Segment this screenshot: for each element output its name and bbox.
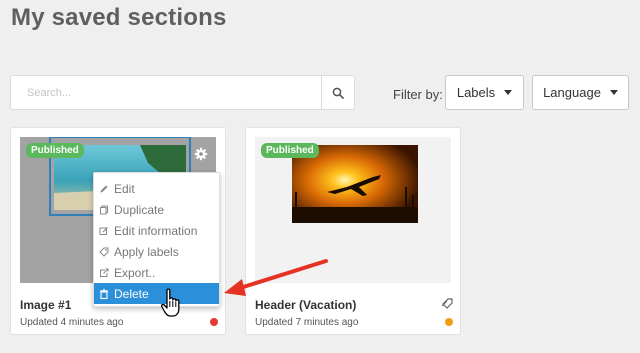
- menu-item-label: Apply labels: [114, 244, 179, 259]
- menu-item-label: Delete: [114, 286, 149, 301]
- card-title: Image #1: [20, 298, 72, 312]
- annotation-arrow-icon: [224, 259, 328, 296]
- search-button[interactable]: [321, 76, 354, 109]
- language-filter-dropdown[interactable]: Language: [532, 75, 629, 110]
- copy-icon: [99, 205, 109, 215]
- search-icon: [332, 87, 344, 99]
- chevron-down-icon: [609, 90, 618, 95]
- menu-item-label: Export..: [114, 265, 156, 280]
- status-badge: Published: [261, 143, 319, 158]
- edit-box-icon: [99, 226, 109, 236]
- chevron-down-icon: [504, 90, 513, 95]
- labels-filter-dropdown[interactable]: Labels: [445, 75, 524, 110]
- context-menu: Edit Duplicate Edit information Apply la…: [93, 172, 220, 307]
- menu-item-label: Edit information: [114, 223, 198, 238]
- menu-item-edit-information[interactable]: Edit information: [94, 220, 219, 241]
- export-icon: [99, 268, 109, 278]
- search-box: [10, 75, 355, 110]
- status-dot: [445, 318, 453, 326]
- status-dot: [210, 318, 218, 326]
- pencil-icon: [99, 184, 109, 194]
- menu-item-apply-labels[interactable]: Apply labels: [94, 241, 219, 262]
- tag-icon: [99, 247, 109, 257]
- menu-item-duplicate[interactable]: Duplicate: [94, 199, 219, 220]
- gear-icon[interactable]: [194, 147, 208, 161]
- card-updated: Updated 4 minutes ago: [20, 317, 124, 328]
- menu-item-delete[interactable]: Delete: [94, 283, 219, 304]
- trash-icon: [99, 288, 109, 299]
- section-card[interactable]: Published Header (Vacation) Updated 7 mi…: [245, 127, 461, 335]
- menu-item-label: Edit: [114, 181, 135, 196]
- menu-item-export[interactable]: Export..: [94, 262, 219, 283]
- filter-label: Filter by:: [393, 87, 443, 102]
- search-input[interactable]: [11, 76, 323, 109]
- tag-icon: [441, 298, 453, 309]
- status-badge: Published: [26, 143, 84, 158]
- card-title: Header (Vacation): [255, 298, 357, 312]
- menu-item-label: Duplicate: [114, 202, 165, 217]
- language-filter-label: Language: [543, 85, 601, 100]
- labels-filter-label: Labels: [456, 85, 496, 100]
- hand-cursor-icon: [160, 288, 180, 317]
- page-title: My saved sections: [11, 4, 227, 31]
- card-updated: Updated 7 minutes ago: [255, 317, 359, 328]
- menu-item-edit[interactable]: Edit: [94, 178, 219, 199]
